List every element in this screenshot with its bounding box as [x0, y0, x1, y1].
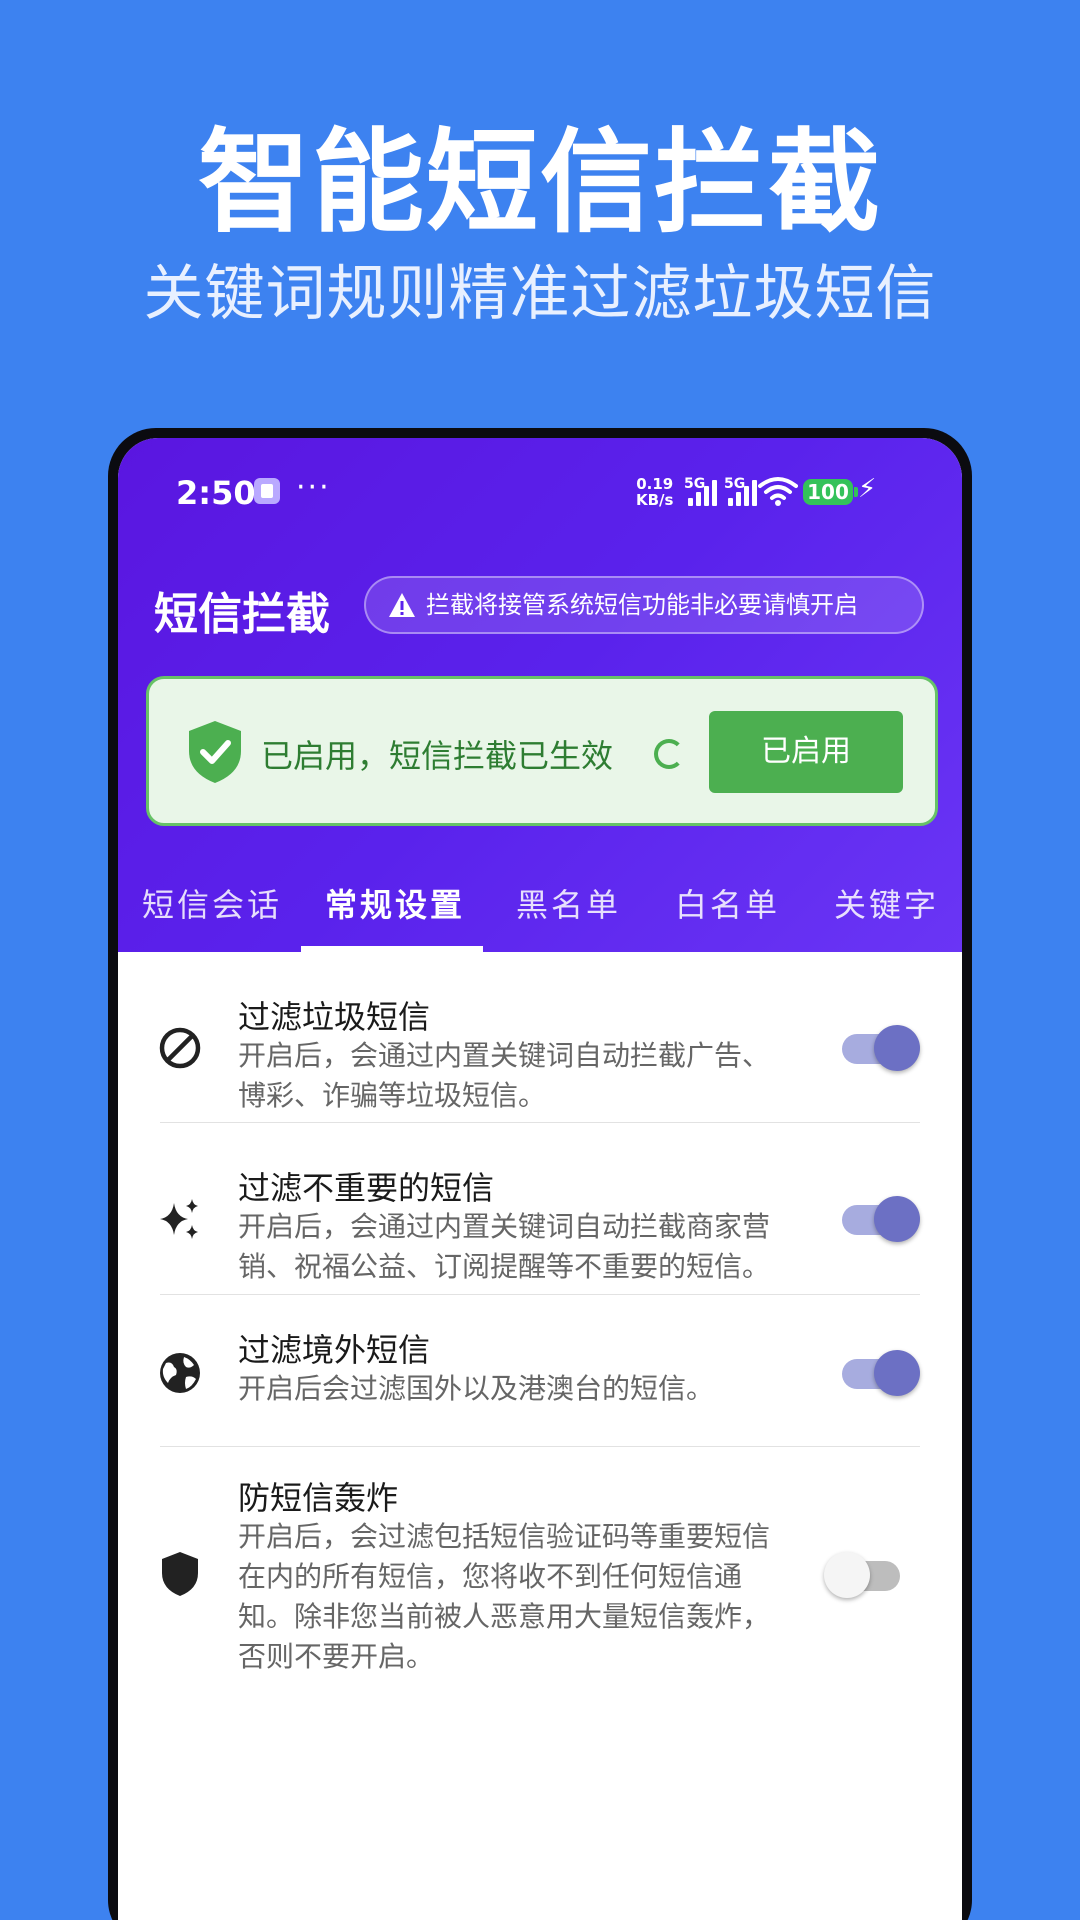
net-speed-unit: KB/s: [636, 491, 674, 509]
wifi-icon: [758, 477, 798, 506]
loading-icon: [654, 739, 684, 769]
globe-icon: [160, 1353, 200, 1393]
net-speed-value: 0.19: [636, 475, 674, 493]
tab-blacklist[interactable]: 黑名单: [516, 880, 621, 926]
phone-frame: 2:50 ··· 0.19 KB/s 5G 5G 100 ⚡ 短信拦截 拦截将接…: [108, 428, 972, 1920]
setting-title: 过滤不重要的短信: [238, 1169, 495, 1207]
signal-5g-icon: 5G: [724, 476, 758, 506]
shield-check-icon: [189, 721, 241, 783]
tab-bar: 短信会话 常规设置 黑名单 白名单 关键字: [118, 866, 962, 952]
tab-keywords[interactable]: 关键字: [834, 880, 939, 926]
enabled-button[interactable]: 已启用: [709, 711, 903, 793]
promo-title: 智能短信拦截: [198, 118, 882, 248]
setting-description: 开启后，会通过内置关键词自动拦截商家营 销、祝福公益、订阅提醒等不重要的短信。: [238, 1210, 771, 1283]
setting-row-bombing[interactable]: 防短信轰炸 开启后，会过滤包括短信验证码等重要短信 在内的所有短信，您将收不到任…: [118, 1447, 962, 1687]
signal-5g-icon: 5G: [684, 476, 718, 506]
setting-description: 开启后，会过滤包括短信验证码等重要短信 在内的所有短信，您将收不到任何短信通 知…: [238, 1520, 771, 1673]
setting-description: 开启后会过滤国外以及港澳台的短信。: [238, 1372, 715, 1405]
warning-chip[interactable]: 拦截将接管系统短信功能非必要请慎开启: [364, 576, 924, 634]
block-icon: [159, 1027, 201, 1069]
warning-icon: [389, 593, 415, 617]
spam-filter-toggle[interactable]: [842, 1020, 922, 1074]
status-card: 已启用，短信拦截已生效 已启用: [146, 676, 938, 826]
sms-bombing-toggle[interactable]: [824, 1547, 908, 1601]
status-text: 已启用，短信拦截已生效: [261, 737, 614, 775]
app-header: 2:50 ··· 0.19 KB/s 5G 5G 100 ⚡ 短信拦截 拦截将接…: [118, 438, 962, 952]
tab-whitelist[interactable]: 白名单: [675, 880, 780, 926]
signal-label: 5G: [724, 476, 746, 492]
setting-row-overseas[interactable]: 过滤境外短信 开启后会过滤国外以及港澳台的短信。: [118, 1295, 962, 1447]
charging-icon: ⚡: [858, 474, 877, 504]
app-notification-icon: [254, 478, 280, 504]
sparkle-icon: [160, 1199, 198, 1239]
status-bar: 2:50 ··· 0.19 KB/s 5G 5G 100 ⚡: [118, 438, 962, 548]
tab-sms-conversations[interactable]: 短信会话: [142, 880, 282, 926]
more-notifications-icon: ···: [296, 470, 331, 505]
setting-title: 防短信轰炸: [238, 1479, 399, 1517]
tab-general-settings[interactable]: 常规设置: [325, 880, 465, 926]
app-title: 短信拦截: [154, 589, 330, 640]
unimportant-filter-toggle[interactable]: [842, 1191, 922, 1245]
shield-icon: [162, 1552, 198, 1596]
setting-title: 过滤垃圾短信: [238, 998, 431, 1036]
status-time: 2:50: [176, 474, 256, 512]
setting-title: 过滤境外短信: [238, 1331, 431, 1369]
phone-screen: 2:50 ··· 0.19 KB/s 5G 5G 100 ⚡ 短信拦截 拦截将接…: [118, 438, 962, 1920]
setting-row-unimportant[interactable]: 过滤不重要的短信 开启后，会通过内置关键词自动拦截商家营 销、祝福公益、订阅提醒…: [118, 1123, 962, 1295]
overseas-filter-toggle[interactable]: [842, 1345, 922, 1399]
warning-text: 拦截将接管系统短信功能非必要请慎开启: [426, 591, 858, 619]
promo-subtitle: 关键词规则精准过滤垃圾短信: [143, 259, 937, 329]
signal-label: 5G: [684, 476, 706, 492]
setting-description: 开启后，会通过内置关键词自动拦截广告、 博彩、诈骗等垃圾短信。: [238, 1039, 771, 1112]
net-speed: 0.19 KB/s: [636, 476, 673, 508]
setting-row-spam[interactable]: 过滤垃圾短信 开启后，会通过内置关键词自动拦截广告、 博彩、诈骗等垃圾短信。: [118, 952, 962, 1123]
battery-indicator: 100: [803, 479, 858, 505]
